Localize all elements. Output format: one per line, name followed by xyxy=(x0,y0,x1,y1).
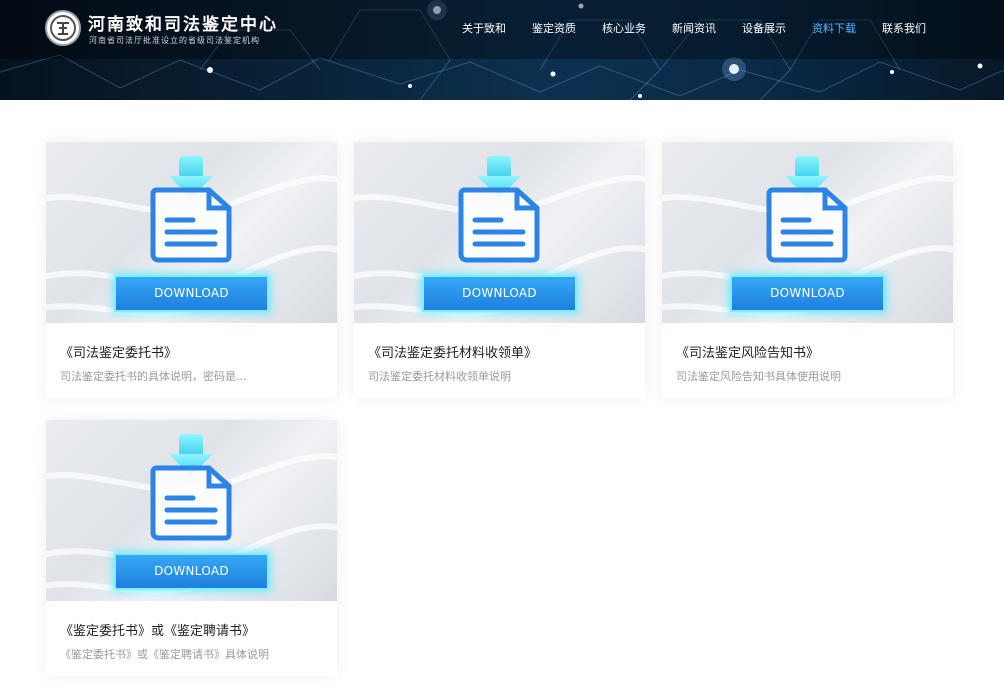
document-download-icon xyxy=(150,434,232,541)
card-thumbnail[interactable]: DOWNLOAD xyxy=(354,142,645,323)
card-thumbnail[interactable]: DOWNLOAD xyxy=(46,420,337,601)
card-description: 司法鉴定委托书的具体说明，密码是... xyxy=(60,370,247,383)
brand-subtitle: 河南省司法厅批准设立的省级司法鉴定机构 xyxy=(89,36,260,45)
card-thumbnail[interactable]: DOWNLOAD xyxy=(46,142,337,323)
document-download-icon xyxy=(150,156,232,263)
seal-logo-icon[interactable] xyxy=(45,10,81,46)
document-download-icon xyxy=(766,156,848,263)
card-title[interactable]: 《司法鉴定风险告知书》 xyxy=(676,342,819,361)
nav-item-contact[interactable]: 联系我们 xyxy=(882,20,926,38)
card-title[interactable]: 《司法鉴定委托材料收领单》 xyxy=(368,342,537,361)
download-card[interactable]: DOWNLOAD 《鉴定委托书》或《鉴定聘请书》 《鉴定委托书》或《鉴定聘请书》… xyxy=(46,420,337,676)
nav-item-qualification[interactable]: 鉴定资质 xyxy=(532,20,576,38)
download-card[interactable]: DOWNLOAD 《司法鉴定委托材料收领单》 司法鉴定委托材料收领单说明 xyxy=(354,142,645,398)
card-title[interactable]: 《司法鉴定委托书》 xyxy=(60,342,177,361)
download-button[interactable]: DOWNLOAD xyxy=(114,553,269,590)
download-card[interactable]: DOWNLOAD 《司法鉴定委托书》 司法鉴定委托书的具体说明，密码是... xyxy=(46,142,337,398)
main-nav: 关于致和 鉴定资质 核心业务 新闻资讯 设备展示 资料下载 联系我们 xyxy=(462,20,952,38)
nav-item-equipment[interactable]: 设备展示 xyxy=(742,20,786,38)
card-description: 司法鉴定委托材料收领单说明 xyxy=(368,370,511,383)
nav-item-core-business[interactable]: 核心业务 xyxy=(602,20,646,38)
document-download-icon xyxy=(458,156,540,263)
download-button[interactable]: DOWNLOAD xyxy=(422,275,577,312)
nav-item-downloads[interactable]: 资料下载 xyxy=(812,20,856,38)
header-banner: 河南致和司法鉴定中心 河南省司法厅批准设立的省级司法鉴定机构 关于致和 鉴定资质… xyxy=(0,0,1004,100)
card-title[interactable]: 《鉴定委托书》或《鉴定聘请书》 xyxy=(60,620,255,639)
card-description: 《鉴定委托书》或《鉴定聘请书》具体说明 xyxy=(60,648,269,661)
card-thumbnail[interactable]: DOWNLOAD xyxy=(662,142,953,323)
nav-item-about[interactable]: 关于致和 xyxy=(462,20,506,38)
download-button[interactable]: DOWNLOAD xyxy=(730,275,885,312)
download-button[interactable]: DOWNLOAD xyxy=(114,275,269,312)
card-description: 司法鉴定风险告知书具体使用说明 xyxy=(676,370,841,383)
download-card[interactable]: DOWNLOAD 《司法鉴定风险告知书》 司法鉴定风险告知书具体使用说明 xyxy=(662,142,953,398)
nav-item-news[interactable]: 新闻资讯 xyxy=(672,20,716,38)
brand-name[interactable]: 河南致和司法鉴定中心 xyxy=(88,10,278,35)
